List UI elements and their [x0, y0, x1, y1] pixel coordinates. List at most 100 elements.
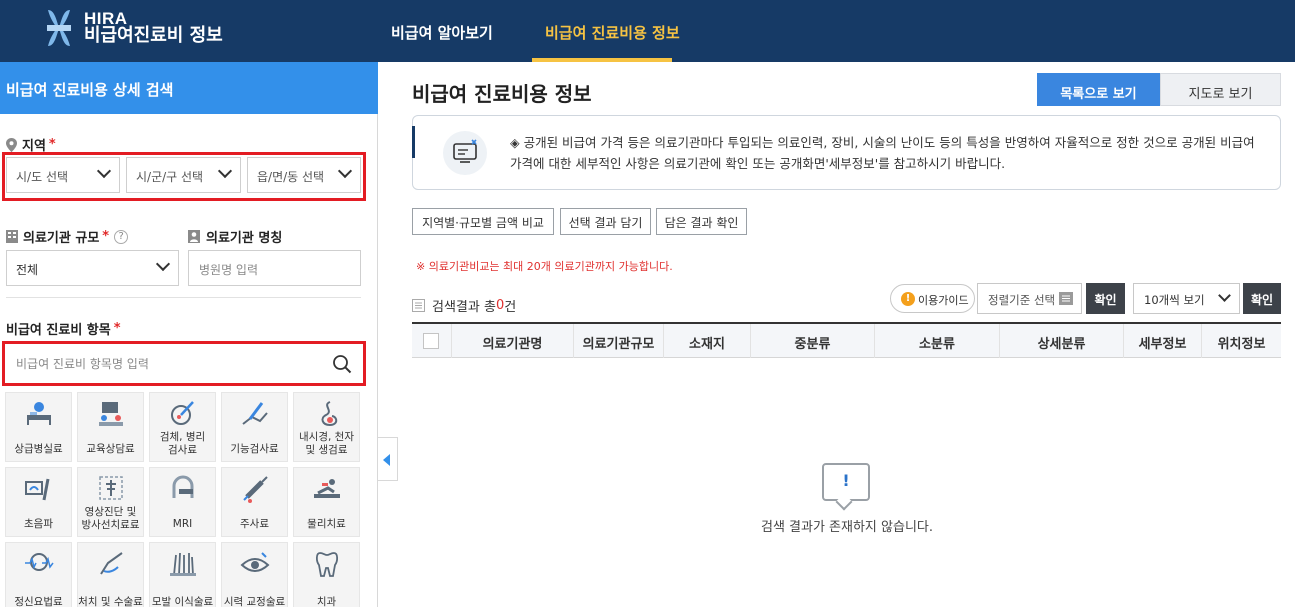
category-label: 주사료: [240, 518, 269, 530]
page-size-confirm-button[interactable]: 확인: [1243, 283, 1281, 314]
chevron-down-icon: [337, 163, 353, 179]
compare-by-region-button[interactable]: 지역별·규모별 금액 비교: [412, 208, 554, 235]
result-count: 검색결과 총 0 건: [412, 296, 516, 315]
items-search-input[interactable]: 비급여 진료비 항목명 입력: [6, 345, 362, 382]
ultrasound-icon: [25, 478, 50, 501]
view-list-button[interactable]: 목록으로 보기: [1037, 73, 1160, 106]
sido-select[interactable]: 시/도 선택: [6, 157, 120, 193]
scale-label-text: 의료기관 규모: [23, 231, 100, 246]
consultation-icon: [99, 402, 123, 426]
sigungu-select[interactable]: 시/군/구 선택: [126, 157, 241, 193]
category-pathology-fee[interactable]: 검체, 병리 검사료: [149, 392, 216, 462]
notice-icon: [443, 131, 487, 175]
eupmyeondong-select[interactable]: 읍/면/동 선택: [247, 157, 361, 193]
nav-active-underline: [532, 58, 672, 62]
usage-guide-button[interactable]: ! 이용가이드: [890, 284, 975, 313]
col-institution-name[interactable]: 의료기관명: [452, 324, 574, 358]
scale-label: 의료기관 규모 * ?: [6, 227, 129, 246]
category-label: 시력 교정술료: [223, 596, 286, 607]
hair-transplant-icon: [170, 552, 196, 576]
category-label: 기능검사료: [230, 443, 279, 455]
scale-select-value: 전체: [16, 263, 39, 277]
physical-therapy-icon: [314, 479, 340, 498]
category-function-test-fee[interactable]: 기능검사료: [221, 392, 288, 462]
category-endoscopy-fee[interactable]: 내시경, 천자 및 생검료: [293, 392, 360, 462]
category-mri[interactable]: MRI: [149, 467, 216, 537]
institution-name-input[interactable]: 병원명 입력: [188, 250, 361, 286]
chevron-down-icon: [96, 163, 112, 179]
sido-select-value: 시/도 선택: [16, 170, 69, 184]
search-icon[interactable]: [332, 354, 352, 374]
category-ward-fee[interactable]: 상급병실료: [5, 392, 72, 462]
info-icon: !: [901, 292, 915, 306]
exclamation-icon: !: [842, 471, 850, 490]
endoscope-icon: [321, 401, 338, 427]
sidebar-collapse-toggle[interactable]: [378, 437, 398, 481]
help-icon[interactable]: ?: [114, 229, 129, 244]
radiology-icon: [99, 476, 123, 500]
nav-noncovered-intro[interactable]: 비급여 알아보기: [391, 22, 493, 43]
injection-icon: [243, 476, 268, 503]
sort-confirm-button[interactable]: 확인: [1086, 283, 1125, 314]
category-label: 정신요법료: [14, 596, 63, 607]
tooth-icon: [315, 552, 339, 577]
col-detail-category[interactable]: 상세분류: [1000, 324, 1124, 358]
logo-korean: 비급여진료비 정보: [84, 25, 223, 47]
category-label: 검체, 병리 검사료: [159, 431, 206, 456]
items-required-mark: *: [113, 321, 121, 336]
hospital-bed-icon: [27, 402, 51, 425]
category-counseling-fee[interactable]: 교육상담료: [77, 392, 144, 462]
sort-select[interactable]: 정렬기준 선택: [977, 283, 1082, 314]
select-all-cell: [412, 324, 452, 358]
col-sub-category[interactable]: 소분류: [875, 324, 1000, 358]
category-label: 교육상담료: [86, 443, 135, 455]
save-selection-button[interactable]: 선택 결과 담기: [560, 208, 651, 235]
result-count-suffix: 건: [504, 300, 517, 315]
col-location-info[interactable]: 위치정보: [1202, 324, 1281, 358]
empty-result-text: 검색 결과가 존재하지 않습니다.: [760, 520, 933, 535]
category-label: 치과: [316, 596, 337, 607]
col-location[interactable]: 소재지: [664, 324, 751, 358]
function-test-icon: [242, 402, 268, 425]
category-ultrasound[interactable]: 초음파: [5, 467, 72, 537]
usage-guide-label: 이용가이드: [918, 294, 969, 307]
category-dental[interactable]: 치과: [293, 542, 360, 607]
category-hair-transplant[interactable]: 모발 이식술료: [149, 542, 216, 607]
col-institution-scale[interactable]: 의료기관규모: [574, 324, 664, 358]
category-injection-fee[interactable]: 주사료: [221, 467, 288, 537]
page-title: 비급여 진료비용 정보: [412, 82, 592, 106]
col-middle-category[interactable]: 중분류: [751, 324, 875, 358]
hira-logo[interactable]: HIRA 비급여진료비 정보: [44, 8, 223, 48]
category-surgery-fee[interactable]: 처치 및 수술료: [77, 542, 144, 607]
view-saved-button[interactable]: 담은 결과 확인: [656, 208, 747, 235]
notice-text: ◈ 공개된 비급여 가격 등은 의료기관마다 투입되는 의료인력, 장비, 시술…: [510, 135, 1255, 171]
section-divider: [6, 297, 361, 298]
chevron-down-icon: [155, 256, 171, 272]
institution-name-label: 의료기관 명칭: [188, 227, 282, 246]
col-detail-info[interactable]: 세부정보: [1124, 324, 1202, 358]
page-size-select[interactable]: 10개씩 보기: [1133, 283, 1240, 314]
category-label: 물리치료: [307, 518, 346, 530]
category-label: 초음파: [24, 518, 53, 530]
scale-required-mark: *: [102, 229, 110, 244]
result-count-prefix: 검색결과 총: [432, 300, 496, 315]
person-card-icon: [188, 230, 200, 243]
category-vision-correction[interactable]: 시력 교정술료: [221, 542, 288, 607]
category-radiology-fee[interactable]: 영상진단 및 방사선치료료: [77, 467, 144, 537]
sort-select-label: 정렬기준 선택: [988, 293, 1056, 307]
notice-box: ◈ 공개된 비급여 가격 등은 의료기관마다 투입되는 의료인력, 장비, 시술…: [412, 115, 1281, 190]
category-label: 상급병실료: [14, 443, 63, 455]
category-psychotherapy[interactable]: 정신요법료: [5, 542, 72, 607]
result-count-value: 0: [495, 298, 505, 313]
scale-select[interactable]: 전체: [6, 250, 179, 286]
list-icon: [412, 299, 425, 312]
nav-noncovered-cost[interactable]: 비급여 진료비용 정보: [545, 22, 680, 43]
view-map-button[interactable]: 지도로 보기: [1160, 73, 1281, 106]
notice-accent-bar: [412, 126, 415, 158]
top-header: HIRA 비급여진료비 정보 비급여 알아보기 비급여 진료비용 정보: [0, 0, 1295, 62]
items-label-text: 비급여 진료비 항목: [6, 323, 111, 338]
sidebar-title: 비급여 진료비용 상세 검색: [0, 62, 378, 114]
category-physical-therapy[interactable]: 물리치료: [293, 467, 360, 537]
eye-icon: [240, 552, 270, 572]
select-all-checkbox[interactable]: [423, 333, 439, 349]
